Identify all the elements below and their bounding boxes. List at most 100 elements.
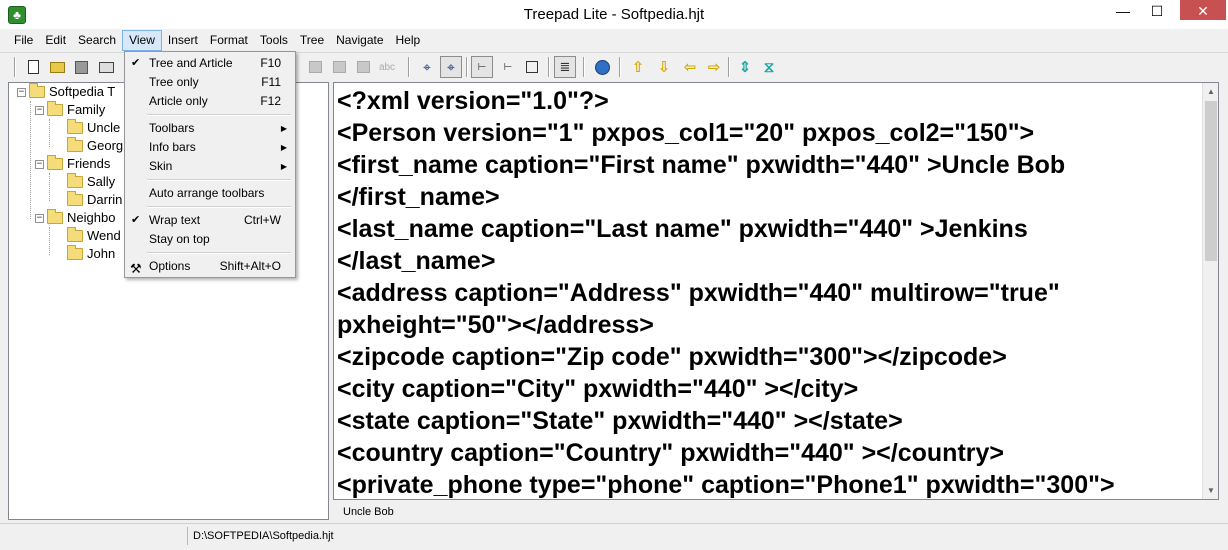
menu-item-label: Auto arrange toolbars [149,186,265,200]
menu-view[interactable]: View [122,30,162,51]
tree-node-label: Sally [87,174,116,189]
right-arrow-icon[interactable]: ⇨ [703,56,725,78]
scroll-down-icon[interactable]: ▼ [1203,482,1219,499]
collapse-toggle[interactable]: − [35,159,44,169]
menu-item-label: Tree and Article [149,56,233,70]
article-line: <first_name caption="First name" pxwidth… [337,151,1066,179]
paste-icon[interactable] [328,56,350,78]
wrap-icon[interactable]: ≣ [554,56,576,78]
toolbar-separator [408,57,410,77]
tree-node-john[interactable]: John [67,245,115,263]
tree-node-george[interactable]: Georg [67,137,123,155]
article-icon[interactable] [521,56,543,78]
collapse-toggle[interactable]: − [35,105,44,115]
menu-format[interactable]: Format [204,30,254,51]
menu-item-toolbars[interactable]: Toolbars ▶ [127,119,293,138]
article-editor[interactable]: <?xml version="1.0"?> <Person version="1… [333,82,1219,500]
close-button[interactable]: ✕ [1180,0,1226,20]
tree-node-sally[interactable]: Sally [67,173,115,191]
copy-icon[interactable] [304,56,326,78]
cut-icon[interactable] [352,56,374,78]
menu-item-shortcut: F10 [260,56,281,70]
tree-node-neighbors[interactable]: − Neighbo [35,209,115,227]
menu-tools[interactable]: Tools [254,30,294,51]
window-title: Treepad Lite - Softpedia.hjt [523,6,705,23]
open-folder-icon[interactable] [46,56,68,78]
scrollbar-thumb[interactable] [1205,101,1217,261]
tree-node-label: Wend [87,228,121,243]
folder-icon [67,245,83,260]
up-arrow-icon[interactable]: ⇧ [627,56,649,78]
menu-navigate[interactable]: Navigate [330,30,389,51]
menu-item-article-only[interactable]: Article only F12 [127,92,293,111]
menu-item-label: Toolbars [149,121,195,135]
collapse-toggle[interactable]: − [35,213,44,223]
minimize-button[interactable]: — [1106,0,1140,22]
menu-item-info-bars[interactable]: Info bars ▶ [127,138,293,157]
tree-article-icon[interactable]: ⊢ [497,56,519,78]
left-arrow-icon[interactable]: ⇦ [679,56,701,78]
menu-separator [147,206,291,208]
menu-item-skin[interactable]: Skin ▶ [127,157,293,176]
tree-node-root[interactable]: − Softpedia T [17,83,115,101]
submenu-arrow-icon: ▶ [280,143,287,152]
toolbar-separator [548,57,550,77]
tree-node-darrin[interactable]: Darrin [67,191,122,209]
menu-separator [147,114,291,116]
maximize-button[interactable]: ☐ [1140,0,1174,22]
article-line: <Person version="1" pxpos_col1="20" pxpo… [337,119,1035,147]
article-line: <last_name caption="Last name" pxwidth="… [337,215,1028,243]
menu-edit[interactable]: Edit [39,30,72,51]
tree-connector [30,101,31,219]
check-icon: ✔ [131,214,141,226]
tree-node-friends[interactable]: − Friends [35,155,110,173]
file-path: D:\SOFTPEDIA\Softpedia.hjt [193,530,334,542]
tree-node-label: Family [67,102,106,117]
tools-icon: ⚒ [130,261,142,276]
vertical-scrollbar[interactable]: ▲ ▼ [1202,83,1218,499]
article-line: </first_name> [337,183,500,211]
tree-node-family[interactable]: − Family [35,101,105,119]
folder-icon [67,191,83,206]
save-disk-icon[interactable] [70,56,92,78]
menu-item-label: Options [149,259,191,273]
menu-item-tree-and-article[interactable]: ✔ Tree and Article F10 [127,54,293,73]
menu-item-stay-on-top[interactable]: Stay on top [127,230,293,249]
tree-node-uncle[interactable]: Uncle [67,119,120,137]
tree-node-wendy[interactable]: Wend [67,227,121,245]
globe-icon[interactable] [591,56,613,78]
print-icon[interactable] [95,56,117,78]
new-document-icon[interactable] [22,56,44,78]
menu-item-tree-only[interactable]: Tree only F11 [127,73,293,92]
menu-item-label: Article only [149,94,208,108]
status-panel [2,527,188,545]
article-line: pxheight="50"></address> [337,311,654,339]
down-arrow-icon[interactable]: ⇩ [653,56,675,78]
menu-file[interactable]: File [8,30,39,51]
toolbar-separator [14,57,16,77]
menu-item-options[interactable]: ⚒ Options Shift+Alt+O [127,257,293,276]
menu-item-wrap-text[interactable]: ✔ Wrap text Ctrl+W [127,211,293,230]
menu-item-label: Wrap text [149,213,201,227]
menu-item-label: Skin [149,159,173,173]
tree-view-icon[interactable]: ⊢ [471,56,493,78]
menu-bar: File Edit Search View Insert Format Tool… [0,30,1228,51]
find-next-icon[interactable]: ⌖ [440,56,462,78]
menu-item-shortcut: Ctrl+W [244,213,281,227]
menu-tree[interactable]: Tree [294,30,330,51]
folder-open-icon [47,155,63,170]
scroll-up-icon[interactable]: ▲ [1203,83,1219,100]
move-updown-icon[interactable]: ⇕ [734,56,756,78]
menu-item-auto-arrange[interactable]: Auto arrange toolbars [127,184,293,203]
collapse-icon[interactable]: ⧖ [758,56,780,78]
view-menu-dropdown: ✔ Tree and Article F10 Tree only F11 Art… [124,51,296,278]
menu-insert[interactable]: Insert [162,30,204,51]
collapse-toggle[interactable]: − [17,87,26,97]
menu-item-shortcut: F11 [261,75,281,89]
menu-help[interactable]: Help [390,30,427,51]
article-info-bar: Uncle Bob [333,502,1219,522]
find-icon[interactable]: ⌖ [416,56,438,78]
spellcheck-icon[interactable]: abc [376,56,398,78]
folder-open-icon [47,101,63,116]
menu-search[interactable]: Search [72,30,122,51]
